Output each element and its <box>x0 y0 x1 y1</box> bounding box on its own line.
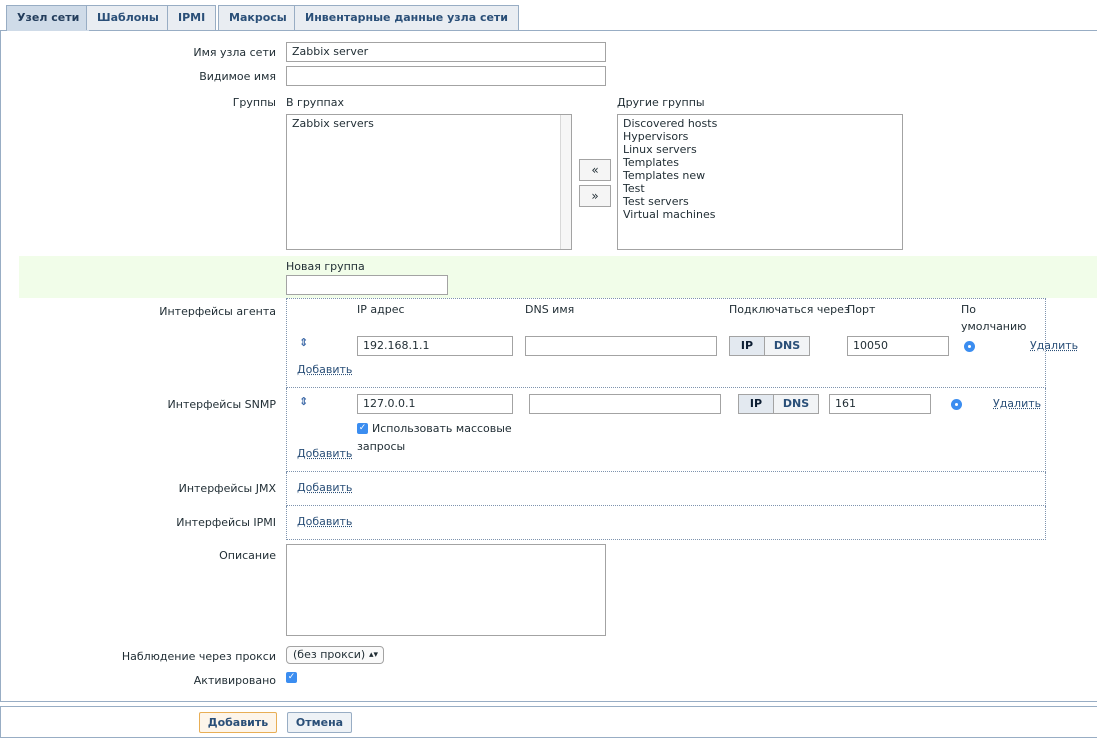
new-group-input[interactable] <box>286 275 448 295</box>
agent-dns-input[interactable] <box>525 336 717 356</box>
tab-bar: Узел сети Шаблоны IPMI Макросы Инвентарн… <box>0 0 1097 31</box>
description-label: Описание <box>219 549 276 562</box>
tab-host[interactable]: Узел сети <box>6 5 91 31</box>
list-item[interactable]: Discovered hosts <box>623 117 897 130</box>
other-groups-label: Другие группы <box>617 96 705 109</box>
agent-port-input[interactable]: 10050 <box>847 336 949 356</box>
bulk-requests-label-2: запросы <box>357 440 406 453</box>
ipmi-interfaces-box <box>286 506 1046 540</box>
proxy-select[interactable]: (без прокси) ▴▾ <box>286 646 384 664</box>
list-item[interactable]: Test <box>623 182 897 195</box>
host-form-panel: Имя узла сети Zabbix server Видимое имя … <box>0 30 1097 702</box>
agent-remove-link[interactable]: Удалить <box>1030 339 1078 352</box>
list-item[interactable]: Templates new <box>623 169 897 182</box>
tab-ipmi[interactable]: IPMI <box>167 5 217 30</box>
form-footer: Добавить Отмена <box>0 706 1097 738</box>
tab-inventory[interactable]: Инвентарные данные узла сети <box>294 5 520 30</box>
col-connect-header: Подключаться через <box>729 303 850 316</box>
proxy-select-value: (без прокси) <box>293 648 366 661</box>
snmp-interfaces-label: Интерфейсы SNMP <box>167 398 276 411</box>
host-name-label: Имя узла сети <box>193 46 276 59</box>
snmp-ip-input[interactable]: 127.0.0.1 <box>357 394 513 414</box>
col-default-header: По <box>961 303 977 316</box>
in-groups-label: В группах <box>286 96 344 109</box>
col-ip-header: IP адрес <box>357 303 405 316</box>
list-item[interactable]: Hypervisors <box>623 130 897 143</box>
col-dns-header: DNS имя <box>525 303 575 316</box>
col-port-header: Порт <box>847 303 876 316</box>
agent-connect-toggle[interactable]: IP DNS <box>729 336 810 356</box>
drag-handle-icon[interactable]: ⇕ <box>299 395 308 408</box>
list-item[interactable]: Virtual machines <box>623 208 897 221</box>
col-default-header-2: умолчанию <box>961 320 1027 333</box>
cancel-button[interactable]: Отмена <box>287 712 352 733</box>
new-group-label: Новая группа <box>286 260 365 273</box>
enabled-checkbox[interactable]: ✓ <box>286 672 297 683</box>
bulk-requests-checkbox[interactable]: ✓ <box>357 423 368 434</box>
snmp-default-radio[interactable] <box>951 399 962 410</box>
host-name-input[interactable]: Zabbix server <box>286 42 606 62</box>
visible-name-label: Видимое имя <box>199 70 276 83</box>
select-arrows-icon: ▴▾ <box>368 650 378 660</box>
jmx-interfaces-label: Интерфейсы JMX <box>178 482 276 495</box>
snmp-add-link[interactable]: Добавить <box>297 447 352 460</box>
groups-label: Группы <box>232 96 276 109</box>
snmp-dns-input[interactable] <box>529 394 721 414</box>
list-item[interactable]: Templates <box>623 156 897 169</box>
ipmi-interfaces-label: Интерфейсы IPMI <box>176 516 276 529</box>
tab-macros[interactable]: Макросы <box>218 5 298 30</box>
drag-handle-icon[interactable]: ⇕ <box>299 336 308 349</box>
scrollbar[interactable] <box>560 115 571 249</box>
visible-name-input[interactable] <box>286 66 606 86</box>
connect-ip-option[interactable]: IP <box>730 337 764 355</box>
agent-interfaces-label: Интерфейсы агента <box>159 305 276 318</box>
connect-dns-option[interactable]: DNS <box>764 337 809 355</box>
jmx-add-link[interactable]: Добавить <box>297 481 352 494</box>
snmp-remove-link[interactable]: Удалить <box>993 397 1041 410</box>
add-button[interactable]: Добавить <box>199 712 277 733</box>
move-left-button[interactable]: « <box>579 159 611 181</box>
bulk-requests-label: Использовать массовые <box>372 422 512 435</box>
enabled-label: Активировано <box>193 674 276 687</box>
agent-default-radio[interactable] <box>964 341 975 352</box>
in-groups-list[interactable]: Zabbix servers <box>286 114 572 250</box>
ipmi-add-link[interactable]: Добавить <box>297 515 352 528</box>
snmp-port-input[interactable]: 161 <box>829 394 931 414</box>
list-item[interactable]: Linux servers <box>623 143 897 156</box>
connect-dns-option[interactable]: DNS <box>773 395 818 413</box>
description-textarea[interactable] <box>286 544 606 636</box>
proxy-label: Наблюдение через прокси <box>121 650 276 663</box>
connect-ip-option[interactable]: IP <box>739 395 773 413</box>
new-group-row <box>19 256 1097 298</box>
other-groups-list[interactable]: Discovered hosts Hypervisors Linux serve… <box>617 114 903 250</box>
jmx-interfaces-box <box>286 472 1046 506</box>
list-item[interactable]: Zabbix servers <box>292 117 566 130</box>
agent-ip-input[interactable]: 192.168.1.1 <box>357 336 513 356</box>
snmp-connect-toggle[interactable]: IP DNS <box>738 394 819 414</box>
move-right-button[interactable]: » <box>579 185 611 207</box>
tab-templates[interactable]: Шаблоны <box>86 5 170 30</box>
list-item[interactable]: Test servers <box>623 195 897 208</box>
agent-add-link[interactable]: Добавить <box>297 363 352 376</box>
